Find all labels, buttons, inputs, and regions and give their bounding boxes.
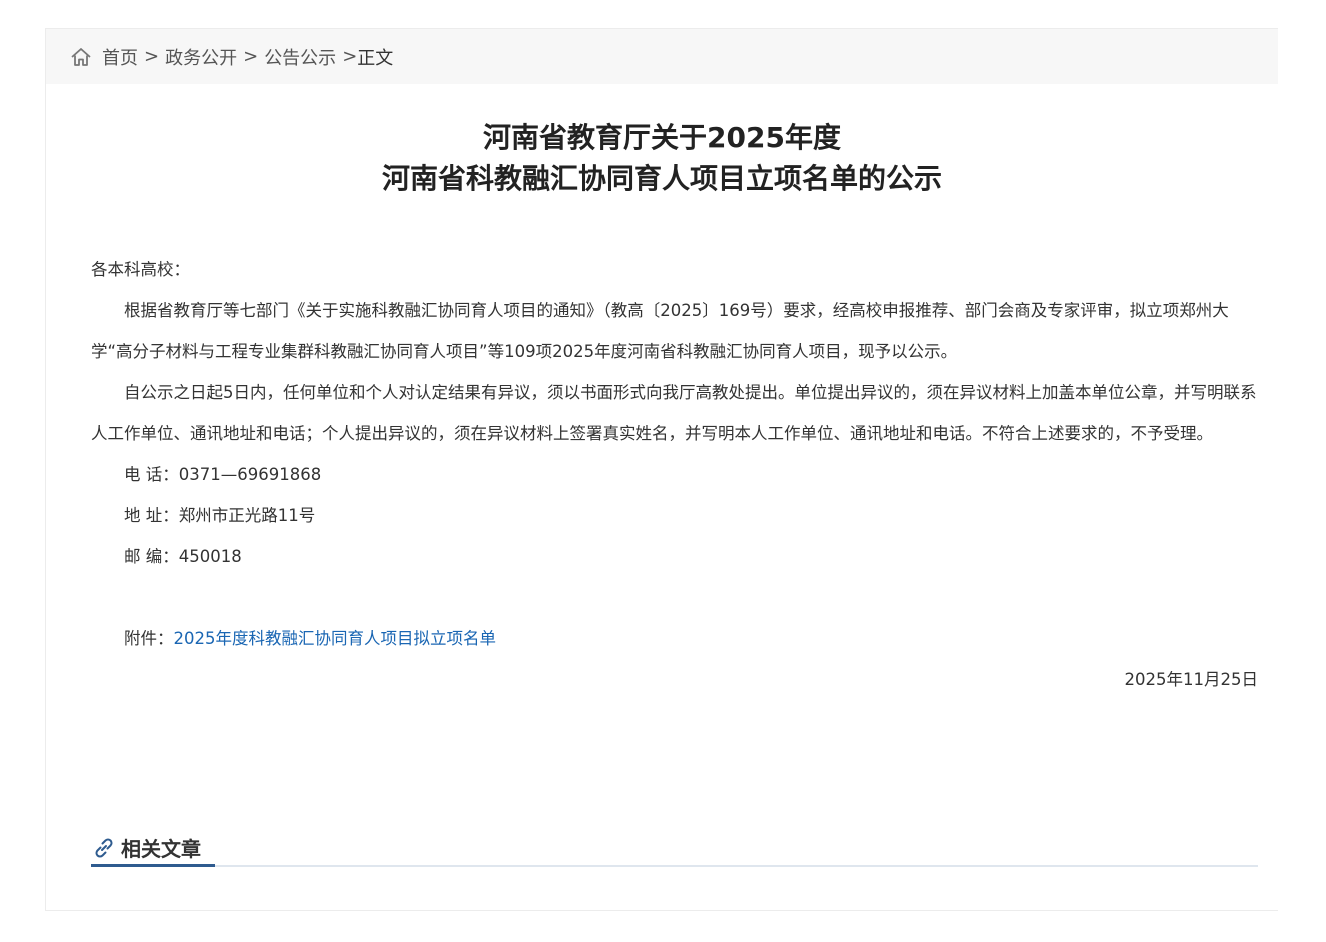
article-title-line1: 河南省教育厅关于2025年度 (483, 121, 841, 154)
paragraph-1: 根据省教育厅等七部门《关于实施科教融汇协同育人项目的通知》（教高〔2025〕16… (91, 301, 1229, 361)
home-icon[interactable] (70, 46, 92, 68)
article-body: 各本科高校： 根据省教育厅等七部门《关于实施科教融汇协同育人项目的通知》（教高〔… (91, 249, 1258, 700)
breadcrumb-gov-affairs-link[interactable]: 政务公开 (165, 44, 237, 70)
article-title: 河南省教育厅关于2025年度 河南省科教融汇协同育人项目立项名单的公示 (46, 117, 1278, 199)
breadcrumb: 首页 > 政务公开 > 公告公示 > 正文 (46, 29, 1278, 84)
attachment-line: 附件：2025年度科教融汇协同育人项目拟立项名单 (91, 618, 1258, 659)
attachment-label: 附件： (124, 629, 174, 648)
related-articles-header: 相关文章 (91, 829, 1258, 867)
contact-address: 地 址：郑州市正光路11号 (124, 506, 316, 525)
breadcrumb-separator: > (342, 46, 358, 67)
article-title-line2: 河南省科教融汇协同育人项目立项名单的公示 (381, 162, 942, 195)
contact-postcode: 邮 编：450018 (124, 547, 242, 566)
breadcrumb-separator: > (243, 46, 259, 67)
contact-phone: 电 话：0371—69691868 (124, 465, 322, 484)
breadcrumb-home-link[interactable]: 首页 (102, 44, 138, 70)
breadcrumb-announcements-link[interactable]: 公告公示 (264, 44, 336, 70)
attachment-link[interactable]: 2025年度科教融汇协同育人项目拟立项名单 (174, 629, 497, 648)
publish-date: 2025年11月25日 (1124, 670, 1258, 689)
breadcrumb-current: 正文 (357, 47, 394, 69)
paragraph-2: 自公示之日起5日内，任何单位和个人对认定结果有异议，须以书面形式向我厅高教处提出… (91, 383, 1257, 443)
breadcrumb-separator: > (144, 46, 160, 67)
article-page: 首页 > 政务公开 > 公告公示 > 正文 河南省教育厅关于2025年度 河南省… (45, 28, 1278, 911)
link-icon (91, 835, 117, 861)
related-articles-title: 相关文章 (91, 831, 215, 867)
salutation: 各本科高校： (91, 260, 190, 279)
related-articles-label: 相关文章 (121, 837, 201, 861)
